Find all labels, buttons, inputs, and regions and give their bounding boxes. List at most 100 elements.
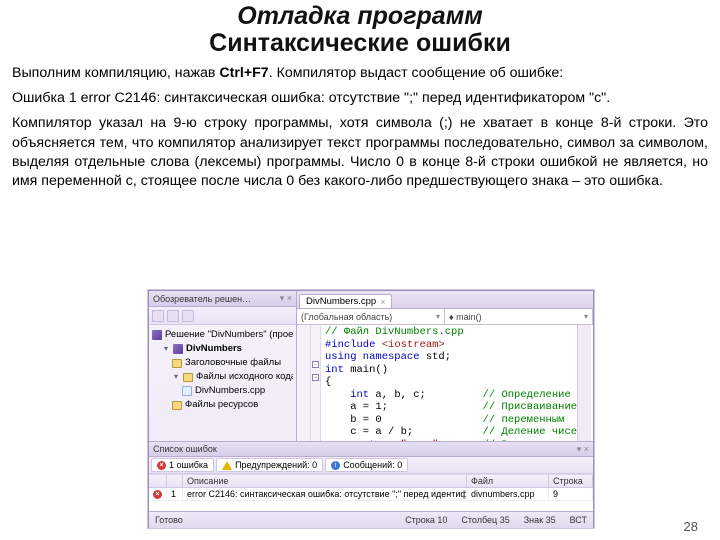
toolbar-icon[interactable]: [182, 310, 194, 322]
collapse-box-icon[interactable]: −: [312, 361, 319, 368]
code: std;: [420, 351, 452, 363]
error-row[interactable]: × 1 error C2146: синтаксическая ошибка: …: [149, 488, 593, 501]
code-editor[interactable]: − − // Файл DivNumbers.cpp #include <ios…: [297, 325, 593, 441]
col-icon[interactable]: [149, 475, 167, 488]
code: using namespace: [325, 351, 420, 363]
scope-combo-left[interactable]: (Глобальная область) ▾: [297, 309, 445, 324]
error-list-toolbar: × 1 ошибка Предупреждений: 0 i Сообщений…: [149, 457, 593, 474]
chevron-down-icon: ▾: [584, 312, 588, 321]
tree-solution-row[interactable]: Решение "DivNumbers" (проекто: [152, 328, 293, 342]
breakpoint-gutter[interactable]: [297, 325, 311, 441]
chip-label: Предупреждений: 0: [235, 460, 317, 470]
code: // Деление чисе: [483, 426, 578, 438]
code: // Вывод частно: [483, 439, 578, 442]
code-lines: // Файл DivNumbers.cpp #include <iostrea…: [321, 325, 577, 441]
solution-explorer-title: Обозреватель решен…: [153, 294, 251, 304]
error-row-desc: error C2146: синтаксическая ошибка: отсу…: [183, 488, 467, 501]
col-num[interactable]: [167, 475, 183, 488]
title-line2: Синтаксические ошибки: [0, 29, 720, 58]
chevron-down-icon: ▾: [436, 312, 440, 321]
code: int: [325, 364, 344, 376]
toolbar-icon[interactable]: [152, 310, 164, 322]
solution-icon: [152, 330, 162, 340]
code: main(): [344, 364, 388, 376]
code: "c = ": [401, 439, 439, 442]
col-desc[interactable]: Описание: [183, 475, 467, 488]
solution-explorer-toolbar: [149, 307, 296, 325]
scrollbar-vertical[interactable]: [577, 325, 591, 441]
status-bar: Готово Строка 10 Столбец 35 Знак 35 ВСТ: [149, 511, 593, 528]
scope-left-label: (Глобальная область): [301, 312, 392, 322]
error-row-line: 9: [549, 488, 593, 501]
paragraph-2: Ошибка 1 error C2146: синтаксическая оши…: [12, 89, 708, 108]
code: // Определение: [483, 389, 571, 401]
code: cout <<: [325, 439, 401, 442]
page-number: 28: [684, 519, 698, 534]
status-ready: Готово: [155, 515, 183, 525]
col-line[interactable]: Строка: [549, 475, 593, 488]
tree-label: Файлы ресурсов: [185, 398, 258, 412]
scope-right-label: main(): [456, 312, 482, 322]
errors-filter-chip[interactable]: × 1 ошибка: [151, 458, 214, 472]
pin-icon[interactable]: ▾ ×: [577, 444, 589, 455]
error-list-title: Список ошибок: [153, 444, 217, 454]
tree-label: DivNumbers.cpp: [195, 384, 265, 398]
code: << c;: [438, 439, 476, 442]
outline-gutter[interactable]: − −: [311, 325, 321, 441]
expand-icon[interactable]: ▾: [162, 342, 170, 356]
code: b = 0: [325, 414, 382, 426]
ide-window: Обозреватель решен… ▾ × Решение "DivNumb…: [148, 290, 594, 528]
code: c = a / b;: [325, 426, 413, 438]
error-row-file: divnumbers.cpp: [467, 488, 549, 501]
expand-icon[interactable]: ▾: [172, 370, 180, 384]
status-line: Строка 10: [405, 515, 447, 525]
close-icon[interactable]: ×: [380, 297, 385, 307]
tree-file-row[interactable]: DivNumbers.cpp: [152, 384, 293, 398]
code: #include: [325, 339, 375, 351]
folder-icon: [183, 373, 193, 382]
code: // переменным: [483, 414, 565, 426]
tree-project-row[interactable]: ▾ DivNumbers: [152, 342, 293, 356]
error-table-header: Описание Файл Строка: [149, 475, 593, 488]
error-list-panel: Список ошибок ▾ × × 1 ошибка Предупрежде…: [149, 441, 593, 511]
toolbar-icon[interactable]: [167, 310, 179, 322]
error-table: Описание Файл Строка × 1 error C2146: си…: [149, 474, 593, 511]
editor-tab[interactable]: DivNumbers.cpp ×: [299, 294, 392, 308]
tree-headers-folder[interactable]: Заголовочные файлы: [152, 356, 293, 370]
code: {: [325, 376, 331, 388]
messages-filter-chip[interactable]: i Сообщений: 0: [325, 458, 408, 472]
body-text: Выполним компиляцию, нажав Ctrl+F7. Комп…: [0, 58, 720, 191]
code: a, b, c;: [369, 389, 426, 401]
error-icon: ×: [157, 461, 166, 470]
code: <iostream>: [382, 339, 445, 351]
tree-resources-folder[interactable]: Файлы ресурсов: [152, 398, 293, 412]
tree-label: DivNumbers: [186, 342, 242, 356]
error-icon: ×: [153, 490, 162, 499]
tab-strip: DivNumbers.cpp ×: [297, 291, 593, 309]
status-insert: ВСТ: [570, 515, 587, 525]
p1-b: . Компилятор выдаст сообщение об ошибке:: [269, 65, 564, 81]
paragraph-1: Выполним компиляцию, нажав Ctrl+F7. Комп…: [12, 64, 708, 83]
slide-title: Отладка программ Синтаксические ошибки: [0, 0, 720, 58]
editor-panel: DivNumbers.cpp × (Глобальная область) ▾ …: [297, 291, 593, 441]
chip-label: Сообщений: 0: [343, 460, 402, 470]
tree-label: Заголовочные файлы: [185, 356, 281, 370]
title-line1: Отладка программ: [0, 2, 720, 31]
folder-icon: [172, 359, 182, 368]
chip-label: 1 ошибка: [169, 460, 208, 470]
solution-explorer-panel: Обозреватель решен… ▾ × Решение "DivNumb…: [149, 291, 297, 441]
status-col: Столбец 35: [461, 515, 509, 525]
col-file[interactable]: Файл: [467, 475, 549, 488]
solution-explorer-header: Обозреватель решен… ▾ ×: [149, 291, 296, 307]
warnings-filter-chip[interactable]: Предупреждений: 0: [216, 458, 323, 472]
folder-icon: [172, 401, 182, 410]
code: // Присваивание: [483, 401, 578, 413]
tab-label: DivNumbers.cpp: [306, 296, 376, 307]
collapse-box-icon[interactable]: −: [312, 374, 319, 381]
tree-label: Решение "DivNumbers" (проекто: [165, 328, 293, 342]
pin-icon[interactable]: ▾ ×: [280, 293, 292, 304]
tree-sources-folder[interactable]: ▾ Файлы исходного кода: [152, 370, 293, 384]
kbd-shortcut: Ctrl+F7: [219, 65, 268, 81]
scope-combo-right[interactable]: ♦ main() ▾: [445, 309, 593, 324]
code: // Файл DivNumbers.cpp: [325, 326, 464, 338]
